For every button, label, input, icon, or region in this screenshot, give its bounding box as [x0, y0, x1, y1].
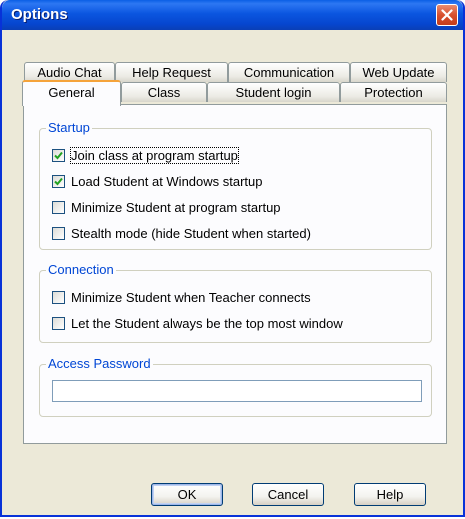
tab-communication[interactable]: Communication [228, 62, 350, 82]
stealth-mode-checkbox-row[interactable]: Stealth mode (hide Student when started) [52, 225, 311, 241]
minimize-on-connect-checkbox-row[interactable]: Minimize Student when Teacher connects [52, 289, 311, 305]
tab-web-update[interactable]: Web Update [350, 62, 447, 82]
load-student-checkbox[interactable] [52, 174, 65, 188]
startup-group: Startup Join class at program startup Lo… [39, 120, 432, 250]
startup-group-label: Startup [46, 120, 92, 135]
ok-button[interactable]: OK [151, 483, 223, 506]
stealth-mode-label: Stealth mode (hide Student when started) [71, 225, 311, 241]
minimize-on-connect-checkbox[interactable] [52, 290, 65, 304]
close-icon [441, 9, 453, 21]
join-class-checkbox[interactable] [52, 148, 65, 162]
cancel-button[interactable]: Cancel [252, 483, 324, 506]
tab-protection[interactable]: Protection [340, 82, 447, 102]
stealth-mode-checkbox[interactable] [52, 226, 65, 240]
minimize-student-checkbox-row[interactable]: Minimize Student at program startup [52, 199, 281, 215]
top-most-window-label: Let the Student always be the top most w… [71, 315, 343, 331]
load-student-label: Load Student at Windows startup [71, 173, 263, 189]
access-password-input[interactable] [52, 380, 422, 402]
help-button[interactable]: Help [354, 483, 426, 506]
checkmark-icon [54, 151, 63, 159]
tab-general[interactable]: General [22, 80, 121, 106]
general-tab-panel: Startup Join class at program startup Lo… [23, 104, 447, 444]
checkmark-icon [54, 177, 63, 185]
access-password-group: Access Password [39, 356, 432, 417]
tab-help-request[interactable]: Help Request [115, 62, 228, 82]
tab-class[interactable]: Class [121, 82, 207, 102]
title-bar[interactable]: Options [2, 0, 463, 30]
close-button[interactable] [436, 4, 458, 26]
minimize-student-checkbox[interactable] [52, 200, 65, 214]
join-class-checkbox-row[interactable]: Join class at program startup [52, 146, 239, 164]
tab-student-login[interactable]: Student login [207, 82, 340, 102]
window-title: Options [11, 6, 68, 23]
load-student-checkbox-row[interactable]: Load Student at Windows startup [52, 173, 263, 189]
connection-group-label: Connection [46, 262, 116, 277]
top-most-window-checkbox[interactable] [52, 316, 65, 330]
minimize-on-connect-label: Minimize Student when Teacher connects [71, 289, 311, 305]
top-most-window-checkbox-row[interactable]: Let the Student always be the top most w… [52, 315, 343, 331]
minimize-student-label: Minimize Student at program startup [71, 199, 281, 215]
tab-audio-chat[interactable]: Audio Chat [24, 62, 115, 82]
options-dialog: Options Audio Chat Help Request Communic… [0, 0, 465, 517]
access-password-group-label: Access Password [46, 356, 153, 371]
connection-group: Connection Minimize Student when Teacher… [39, 262, 432, 343]
join-class-label: Join class at program startup [70, 146, 239, 164]
